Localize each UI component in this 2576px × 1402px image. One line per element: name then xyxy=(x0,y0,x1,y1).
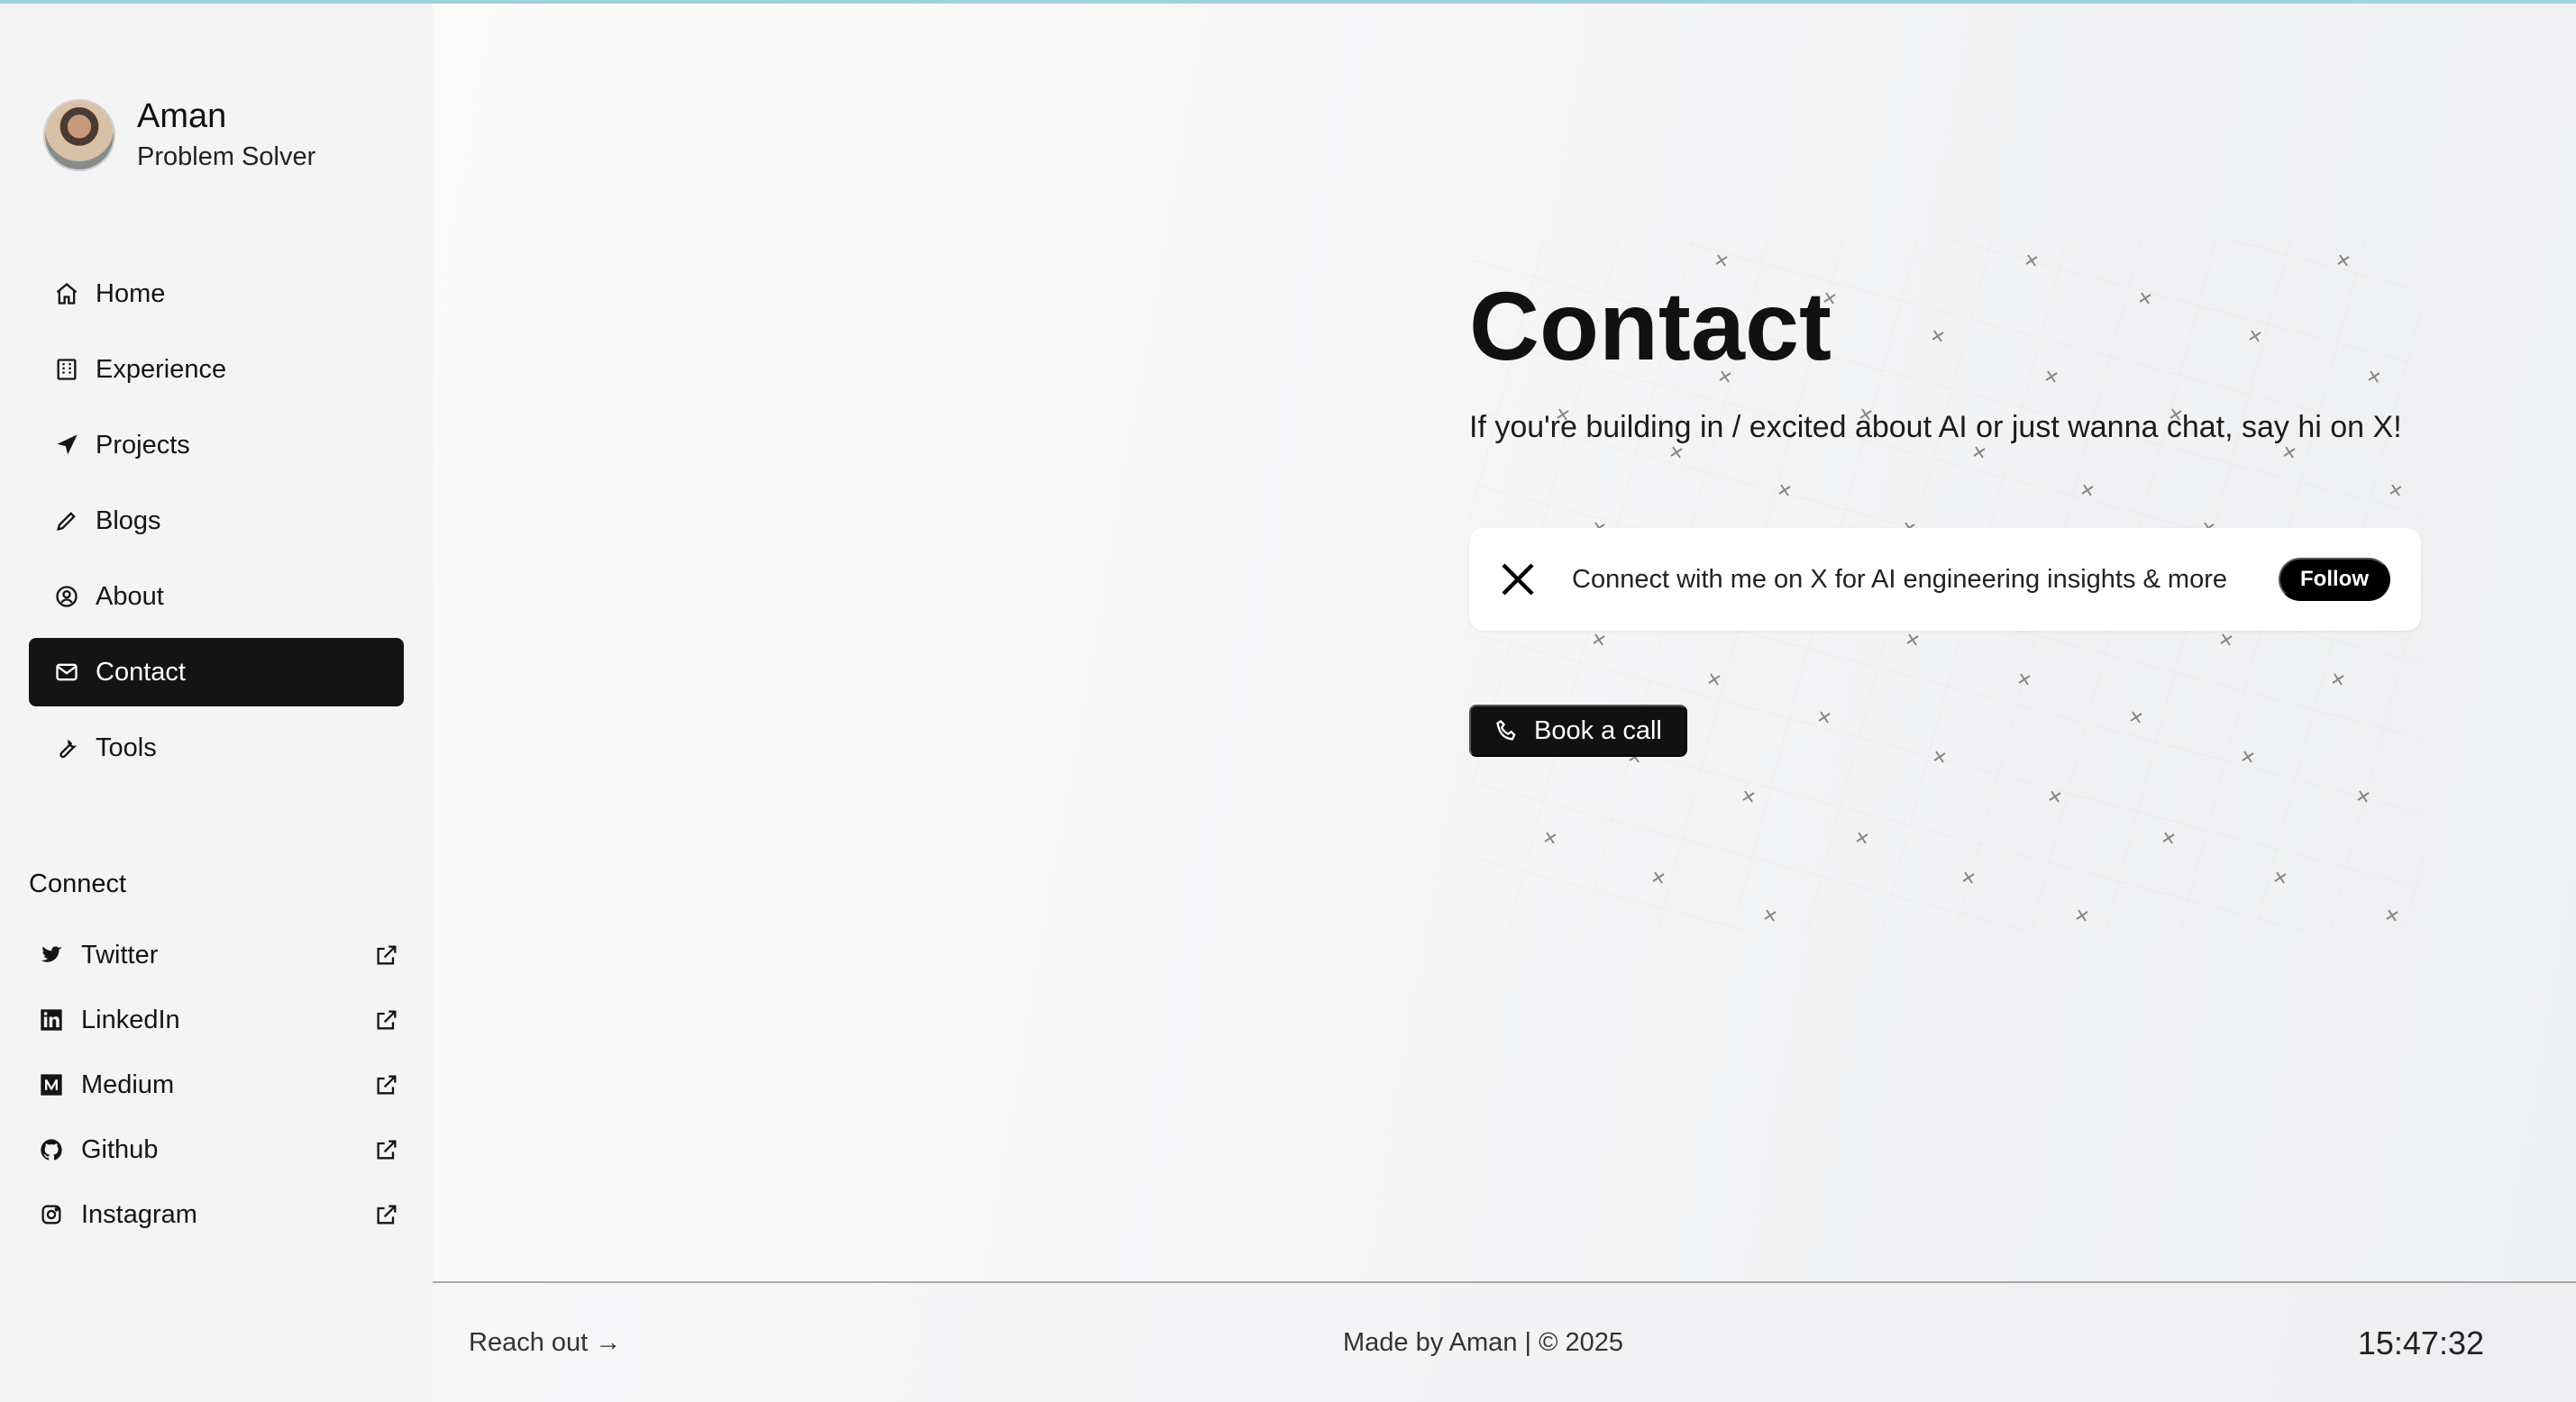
external-link-icon xyxy=(371,1134,402,1165)
mail-icon xyxy=(50,656,83,688)
building-icon xyxy=(50,353,83,386)
sidebar-item-label: Home xyxy=(96,279,166,308)
social-links: Twitter LinkedIn Medium Github Instagram xyxy=(29,923,404,1247)
book-call-label: Book a call xyxy=(1534,716,1662,745)
main-navigation: Home Experience Projects Blogs About Con… xyxy=(29,259,404,789)
wrench-icon xyxy=(50,732,83,764)
social-link-left: Medium xyxy=(36,1070,174,1100)
social-link-linkedin[interactable]: LinkedIn xyxy=(29,988,404,1052)
user-circle-icon xyxy=(50,580,83,613)
profile-text: Aman Problem Solver xyxy=(137,96,315,174)
contact-section: Contact If you're building in / excited … xyxy=(1469,4,2479,1281)
pen-icon xyxy=(50,505,83,537)
github-icon xyxy=(36,1134,67,1165)
sidebar-item-label: Experience xyxy=(96,355,227,384)
sidebar-item-label: Tools xyxy=(96,733,157,762)
main-content: Contact If you're building in / excited … xyxy=(433,4,2576,1281)
sidebar-item-contact[interactable]: Contact xyxy=(29,638,404,706)
reach-out-link[interactable]: Reach out → xyxy=(469,1328,621,1358)
instagram-icon xyxy=(36,1199,67,1230)
profile-role: Problem Solver xyxy=(137,142,316,171)
social-link-label: Twitter xyxy=(81,940,159,970)
social-link-left: Github xyxy=(36,1134,158,1165)
social-link-label: LinkedIn xyxy=(81,1005,180,1034)
sidebar-item-about[interactable]: About xyxy=(29,562,404,631)
footer: Reach out → Made by Aman | © 2025 15:47:… xyxy=(433,1281,2576,1402)
sidebar-item-tools[interactable]: Tools xyxy=(29,714,404,782)
sidebar-item-label: Contact xyxy=(96,658,186,687)
external-link-icon xyxy=(371,940,402,970)
sidebar-item-experience[interactable]: Experience xyxy=(29,335,404,404)
social-link-left: Instagram xyxy=(36,1199,197,1230)
social-link-label: Github xyxy=(81,1134,159,1164)
social-link-label: Instagram xyxy=(81,1199,197,1229)
phone-icon xyxy=(1493,716,1521,745)
social-link-medium[interactable]: Medium xyxy=(29,1052,404,1117)
footer-credit: Made by Aman | © 2025 xyxy=(1343,1328,1624,1357)
social-link-label: Medium xyxy=(81,1070,175,1099)
home-icon xyxy=(50,278,83,310)
social-link-twitter[interactable]: Twitter xyxy=(29,923,404,988)
connect-heading: Connect xyxy=(29,869,127,898)
clock: 15:47:32 xyxy=(2357,1325,2484,1361)
avatar xyxy=(43,99,115,171)
page-title: Contact xyxy=(1469,271,1832,380)
x-logo-icon xyxy=(1494,556,1541,603)
book-call-button[interactable]: Book a call xyxy=(1469,705,1687,757)
contact-description: If you're building in / excited about AI… xyxy=(1469,410,2402,444)
sidebar-item-label: About xyxy=(96,582,164,611)
social-link-instagram[interactable]: Instagram xyxy=(29,1182,404,1247)
profile-name: Aman xyxy=(137,97,227,135)
follow-button[interactable]: Follow xyxy=(2279,558,2390,601)
profile[interactable]: Aman Problem Solver xyxy=(43,96,315,174)
sidebar: Aman Problem Solver Home Experience Proj… xyxy=(0,4,433,1402)
sidebar-item-label: Projects xyxy=(96,431,190,460)
linkedin-icon xyxy=(36,1005,67,1035)
sidebar-item-projects[interactable]: Projects xyxy=(29,411,404,479)
external-link-icon xyxy=(371,1070,402,1100)
x-card-text: Connect with me on X for AI engineering … xyxy=(1572,565,2227,594)
x-follow-card[interactable]: Connect with me on X for AI engineering … xyxy=(1469,528,2421,631)
medium-icon xyxy=(36,1070,67,1100)
external-link-icon xyxy=(371,1199,402,1230)
social-link-left: LinkedIn xyxy=(36,1005,180,1035)
external-link-icon xyxy=(371,1005,402,1035)
sidebar-item-label: Blogs xyxy=(96,506,161,535)
social-link-left: Twitter xyxy=(36,940,158,970)
twitter-icon xyxy=(36,940,67,970)
social-link-github[interactable]: Github xyxy=(29,1117,404,1182)
sidebar-item-blogs[interactable]: Blogs xyxy=(29,487,404,555)
sidebar-item-home[interactable]: Home xyxy=(29,259,404,328)
navigation-arrow-icon xyxy=(50,429,83,461)
